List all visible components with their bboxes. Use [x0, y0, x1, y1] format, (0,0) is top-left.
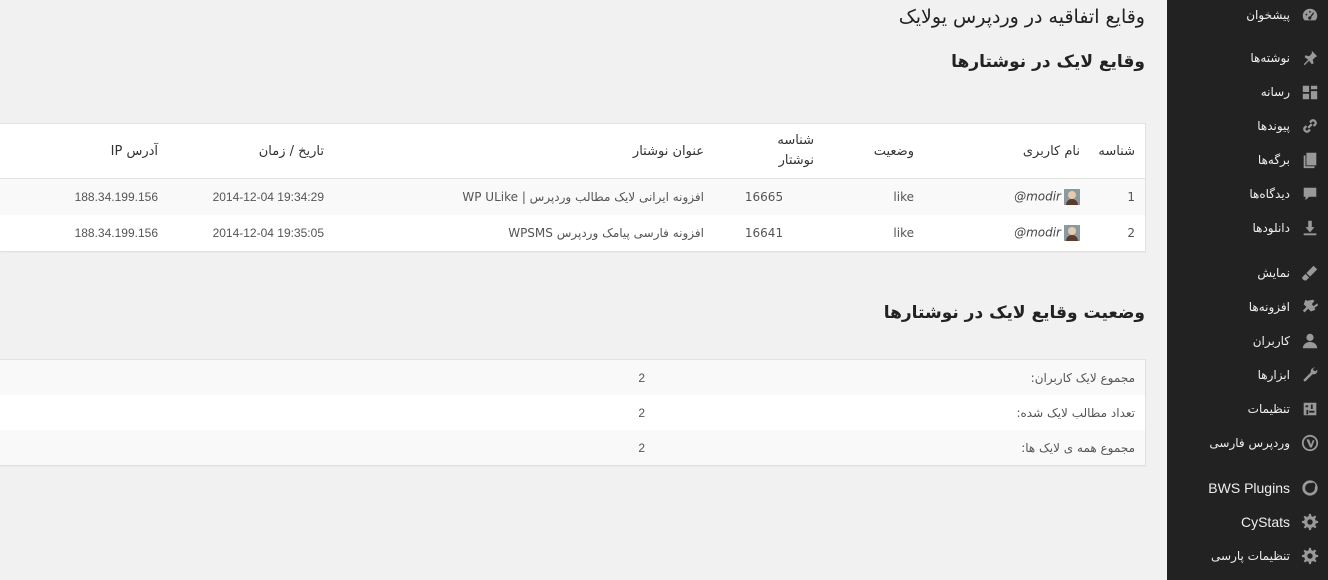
appearance-icon	[1292, 258, 1328, 288]
row-post-title[interactable]: افزونه ایرانی لایک مطالب وردپرس | WP ULi…	[334, 178, 714, 215]
sidebar-item-label: نوشته‌ها	[1250, 51, 1290, 65]
sidebar-item-label: دیدگاه‌ها	[1249, 187, 1290, 201]
row-id: 2	[1127, 226, 1135, 240]
avatar	[1064, 189, 1080, 205]
sidebar-item-label: پیوندها	[1257, 119, 1290, 133]
stats-heading: وضعیت وقایع لایک در نوشتارها	[883, 303, 1145, 323]
sidebar-item-downloads[interactable]: دانلودها	[1167, 213, 1328, 243]
row-username-cell: modir@	[924, 215, 1090, 251]
media-icon	[1292, 77, 1328, 107]
sidebar-item-label: تنظیمات	[1247, 402, 1290, 416]
row-datetime: 2014-12-04 19:35:05	[212, 226, 324, 240]
col-header-id: شناسه	[1090, 124, 1145, 179]
wrench-icon	[1292, 360, 1328, 390]
sidebar-item-label: نمایش	[1257, 266, 1290, 280]
bws-icon	[1292, 473, 1328, 503]
dashboard-icon	[1292, 0, 1328, 30]
link-icon	[1292, 111, 1328, 141]
table-row: 2 modir@ like 16641 افزونه فارسی پیامک و…	[0, 215, 1145, 251]
sidebar-item-bws-plugins[interactable]: BWS Plugins	[1167, 473, 1328, 503]
row-post-id: 16665	[714, 178, 814, 215]
sidebar-item-label: ابزارها	[1257, 368, 1290, 382]
wordpress-icon	[1292, 428, 1328, 458]
stats-label: مجموع همه ی لایک ها:	[645, 430, 1145, 465]
row-post-id: 16641	[744, 226, 784, 240]
sidebar-item-parsi-settings[interactable]: تنظیمات پارسی	[1167, 541, 1328, 571]
sidebar-item-label: رسانه	[1260, 85, 1290, 99]
main-content: وقایع اتفاقیه در وردپرس یولایک وقایع لای…	[0, 0, 1167, 580]
stats-value: 2	[638, 405, 645, 420]
stats-table: مجموع لایک کاربران: 2 تعداد مطالب لایک ش…	[0, 359, 1146, 466]
col-header-datetime: تاریخ / زمان	[168, 124, 334, 179]
sidebar-item-dashboard[interactable]: پیشخوان	[1167, 0, 1328, 30]
stats-row: مجموع همه ی لایک ها: 2	[0, 430, 1145, 465]
sidebar-item-cystats[interactable]: CyStats	[1167, 507, 1328, 537]
row-ip: 188.34.199.156	[74, 226, 158, 240]
gear-icon	[1292, 507, 1328, 537]
posts-likes-heading: وقایع لایک در نوشتارها	[951, 52, 1145, 72]
sidebar-item-comments[interactable]: دیدگاه‌ها	[1167, 179, 1328, 209]
sidebar-item-label: پیشخوان	[1246, 8, 1290, 22]
col-header-ip: آدرس IP	[0, 124, 168, 179]
admin-sidebar: پیشخوان نوشته‌ها رسانه پیوندها برگه‌ها د…	[1167, 0, 1328, 580]
stats-value: 2	[0, 430, 645, 465]
sidebar-item-appearance[interactable]: نمایش	[1167, 258, 1328, 288]
gear-icon	[1292, 541, 1328, 571]
col-header-status: وضعیت	[814, 124, 924, 179]
sidebar-item-users[interactable]: کاربران	[1167, 326, 1328, 356]
settings-icon	[1292, 394, 1328, 424]
pages-icon	[1292, 145, 1328, 175]
sidebar-item-label: افزونه‌ها	[1248, 300, 1290, 314]
sidebar-item-wordpress-farsi[interactable]: وردپرس فارسی	[1167, 428, 1328, 458]
row-id: 1	[1090, 178, 1145, 215]
likes-table-header: شناسه نام کاربری وضعیت شناسه نوشتار عنوا…	[0, 124, 1145, 179]
avatar	[1064, 225, 1080, 241]
row-username[interactable]: modir@	[1014, 226, 1061, 240]
sidebar-item-pages[interactable]: برگه‌ها	[1167, 145, 1328, 175]
sidebar-item-label: دانلودها	[1252, 221, 1290, 235]
row-status: like	[814, 178, 924, 215]
col-header-post-id: شناسه نوشتار	[714, 124, 814, 179]
stats-row: مجموع لایک کاربران: 2	[0, 360, 1145, 395]
plugin-icon	[1292, 292, 1328, 322]
sidebar-item-label: وردپرس فارسی	[1209, 436, 1290, 450]
row-datetime: 2014-12-04 19:34:29	[168, 178, 334, 215]
comment-icon	[1292, 179, 1328, 209]
download-icon	[1292, 213, 1328, 243]
row-ip: 188.34.199.156	[0, 178, 168, 215]
page-title: وقایع اتفاقیه در وردپرس یولایک	[898, 6, 1145, 28]
likes-table: شناسه نام کاربری وضعیت شناسه نوشتار عنوا…	[0, 123, 1146, 252]
col-header-username: نام کاربری	[924, 124, 1090, 179]
sidebar-item-media[interactable]: رسانه	[1167, 77, 1328, 107]
sidebar-item-label: برگه‌ها	[1257, 153, 1290, 167]
sidebar-item-settings[interactable]: تنظیمات	[1167, 394, 1328, 424]
sidebar-item-tools[interactable]: ابزارها	[1167, 360, 1328, 390]
table-row: 1 modir@ like 16665 افزونه ایرانی لایک م…	[0, 178, 1145, 215]
row-post-title[interactable]: افزونه فارسی پیامک وردپرس WPSMS	[334, 215, 714, 251]
stats-value: 2	[0, 360, 645, 395]
sidebar-item-label: کاربران	[1252, 334, 1290, 348]
col-header-post-title: عنوان نوشتار	[334, 124, 714, 179]
row-status: like	[893, 226, 914, 240]
sidebar-item-label: BWS Plugins	[1208, 480, 1290, 496]
sidebar-item-label: CyStats	[1240, 514, 1290, 530]
sidebar-item-plugins[interactable]: افزونه‌ها	[1167, 292, 1328, 322]
row-username[interactable]: modir@	[1014, 190, 1061, 204]
stats-row: تعداد مطالب لایک شده: 2	[0, 395, 1145, 430]
user-icon	[1292, 326, 1328, 356]
sidebar-item-links[interactable]: پیوندها	[1167, 111, 1328, 141]
sidebar-item-posts[interactable]: نوشته‌ها	[1167, 43, 1328, 73]
sidebar-item-label: تنظیمات پارسی	[1211, 549, 1290, 563]
stats-label: تعداد مطالب لایک شده:	[1016, 405, 1135, 420]
row-username-cell: modir@	[924, 178, 1090, 215]
stats-label: مجموع لایک کاربران:	[645, 360, 1145, 395]
pin-icon	[1292, 43, 1328, 73]
